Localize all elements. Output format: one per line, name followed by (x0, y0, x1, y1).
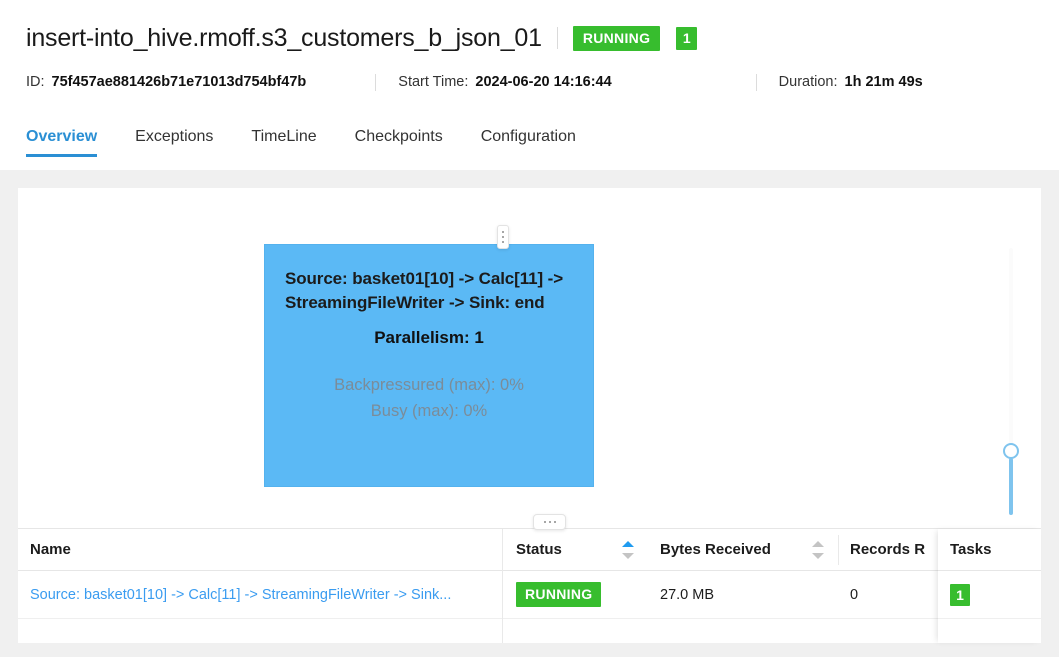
graph-node-source-calc-sink[interactable]: Source: basket01[10] -> Calc[11] -> Stre… (264, 244, 594, 487)
graph-node-title: Source: basket01[10] -> Calc[11] -> Stre… (285, 269, 564, 312)
column-header-bytes-label: Bytes Received (660, 541, 771, 558)
bytes-received-value: 27.0 MB (660, 586, 714, 603)
pinned-column-tasks: Tasks 1 (938, 529, 1041, 643)
subtasks-table: Name Status Bytes Received Records R Sou… (18, 529, 1041, 643)
task-count-badge: 1 (676, 26, 698, 50)
job-id-value: 75f457ae881426b71e71013d754bf47b (51, 74, 307, 90)
column-header-status-label: Status (516, 541, 562, 558)
job-meta-row: ID: 75f457ae881426b71e71013d754bf47b Sta… (26, 67, 1033, 97)
tab-bar: Overview Exceptions TimeLine Checkpoints… (0, 109, 1059, 157)
job-header: insert-into_hive.rmoff.s3_customers_b_js… (0, 0, 1059, 97)
sort-none-icon[interactable] (812, 540, 824, 559)
graph-node-backpressure: Backpressured (max): 0% (334, 375, 524, 394)
vertex-name-link[interactable]: Source: basket01[10] -> Calc[11] -> Stre… (30, 587, 502, 603)
page-title: insert-into_hive.rmoff.s3_customers_b_js… (26, 23, 542, 52)
duration-value: 1h 21m 49s (844, 74, 923, 90)
tab-timeline[interactable]: TimeLine (251, 128, 316, 157)
column-header-tasks-label: Tasks (950, 541, 992, 558)
column-header-tasks[interactable]: Tasks (938, 529, 1041, 571)
start-time-group: Start Time: 2024-06-20 14:16:44 (398, 74, 611, 90)
job-id-group: ID: 75f457ae881426b71e71013d754bf47b (26, 74, 306, 90)
triangle-down-icon (812, 552, 824, 559)
start-time-value: 2024-06-20 14:16:44 (475, 74, 612, 90)
column-separator-bytes (838, 535, 839, 565)
dot-icon (502, 231, 504, 233)
triangle-up-icon (812, 540, 824, 547)
column-header-name[interactable]: Name (18, 541, 502, 559)
cell-name: Source: basket01[10] -> Calc[11] -> Stre… (18, 587, 502, 603)
triangle-down-icon (622, 552, 634, 559)
dot-icon (543, 521, 546, 523)
cell-tasks: 1 (938, 571, 1041, 619)
graph-node-parallelism: Parallelism: 1 (374, 327, 484, 347)
column-drag-handle-icon[interactable] (533, 514, 566, 530)
column-separator-name (502, 529, 503, 643)
meta-divider-1 (375, 73, 377, 91)
overview-card: Source: basket01[10] -> Calc[11] -> Stre… (18, 188, 1041, 643)
row-status-badge: RUNNING (516, 582, 602, 607)
duration-group: Duration: 1h 21m 49s (779, 74, 923, 90)
dot-icon (548, 521, 551, 523)
title-divider (556, 27, 558, 49)
graph-node-busy: Busy (max): 0% (370, 401, 488, 420)
triangle-up-icon (622, 540, 634, 547)
job-detail-page: insert-into_hive.rmoff.s3_customers_b_js… (0, 0, 1059, 657)
zoom-slider-track-filled[interactable] (1009, 458, 1013, 515)
zoom-slider-handle[interactable] (1003, 443, 1019, 459)
dot-icon (502, 241, 504, 243)
status-badge: RUNNING (572, 25, 661, 51)
page-body: Source: basket01[10] -> Calc[11] -> Stre… (0, 170, 1059, 657)
tab-configuration[interactable]: Configuration (481, 128, 576, 157)
duration-label: Duration: (778, 74, 838, 90)
tasks-count-badge: 1 (950, 583, 970, 606)
zoom-slider-track-empty[interactable] (1009, 248, 1013, 451)
tab-overview[interactable]: Overview (26, 128, 98, 157)
tab-exceptions[interactable]: Exceptions (135, 128, 213, 157)
cell-status: RUNNING (502, 582, 648, 607)
dot-icon (502, 236, 504, 238)
start-time-label: Start Time: (398, 74, 469, 90)
job-id-label: ID: (26, 74, 45, 90)
column-header-bytes-received[interactable]: Bytes Received (648, 540, 838, 559)
sort-ascending-icon[interactable] (622, 540, 634, 559)
table-row[interactable]: Source: basket01[10] -> Calc[11] -> Stre… (18, 571, 1041, 619)
tab-checkpoints[interactable]: Checkpoints (355, 128, 443, 157)
column-header-records-label: Records R (850, 540, 926, 558)
column-header-status[interactable]: Status (502, 540, 648, 559)
job-graph-canvas[interactable]: Source: basket01[10] -> Calc[11] -> Stre… (18, 188, 1041, 528)
records-received-value: 0 (850, 586, 859, 603)
column-header-name-label: Name (30, 540, 71, 558)
cell-bytes-received: 27.0 MB (648, 587, 838, 603)
graph-node-stats: Backpressured (max): 0% Busy (max): 0% (285, 372, 573, 425)
meta-divider-2 (755, 73, 757, 91)
column-resize-handle-icon[interactable] (497, 225, 509, 249)
table-header-row: Name Status Bytes Received Records R (18, 529, 1041, 571)
job-title-row: insert-into_hive.rmoff.s3_customers_b_js… (26, 16, 1033, 60)
dot-icon (553, 521, 556, 523)
